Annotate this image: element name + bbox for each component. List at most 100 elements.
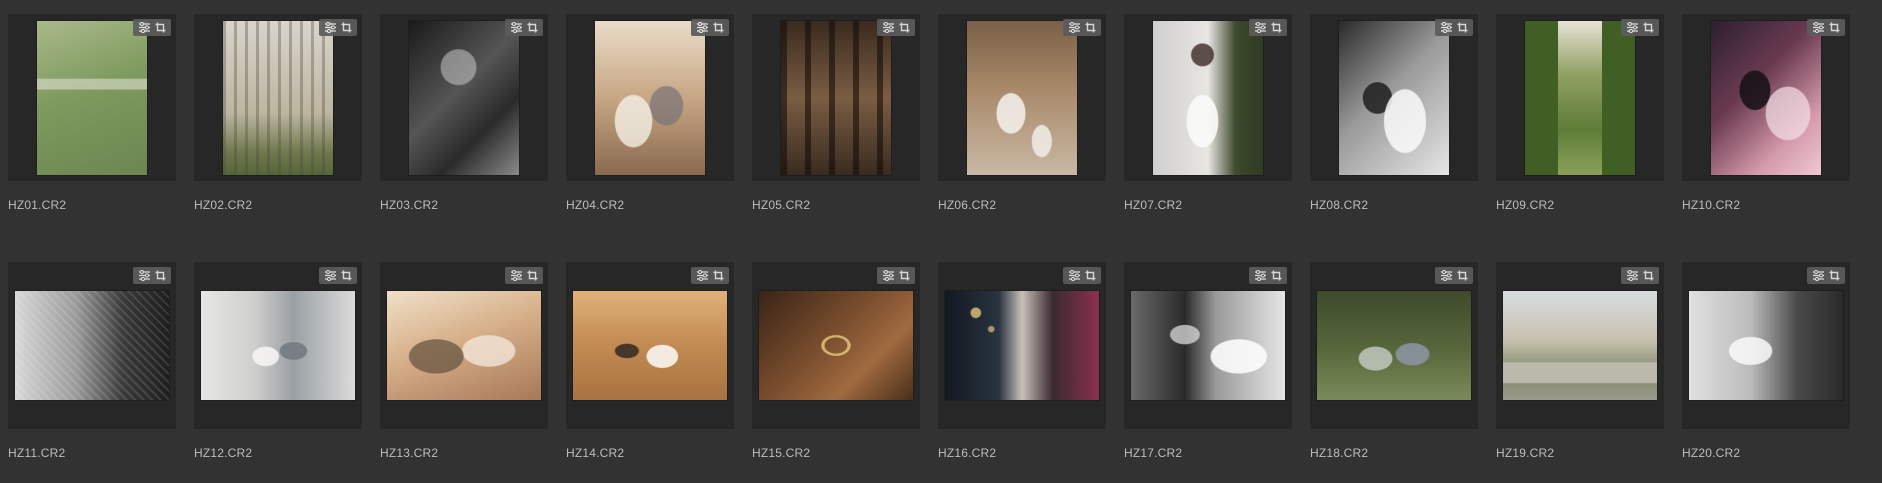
crop-icon [341,22,352,33]
thumbnail-card[interactable] [1124,262,1292,429]
photo-thumbnail[interactable] [1339,21,1449,175]
photo-thumbnail[interactable] [781,21,891,175]
crop-icon [1085,270,1096,281]
photo-thumbnail[interactable] [15,291,169,400]
thumbnail-cell[interactable]: HZ10.CR2 [1674,0,1860,240]
thumbnail-cell[interactable]: HZ14.CR2 [558,248,744,483]
thumbnail-cell[interactable]: HZ19.CR2 [1488,248,1674,483]
photo-thumbnail[interactable] [387,291,541,400]
thumbnail-card[interactable] [566,262,734,429]
photo-thumbnail[interactable] [1153,21,1263,175]
thumbnail-cell[interactable]: HZ05.CR2 [744,0,930,240]
photo-thumbnail[interactable] [37,21,147,175]
thumbnail-cell[interactable]: HZ08.CR2 [1302,0,1488,240]
photo-thumbnail[interactable] [759,291,913,400]
edit-badge [877,19,915,36]
thumbnail-cell[interactable]: HZ11.CR2 [0,248,186,483]
adjustments-icon [324,22,336,33]
edit-badge [319,19,357,36]
adjustments-icon [1254,22,1266,33]
thumbnail-cell[interactable]: HZ01.CR2 [0,0,186,240]
edit-badge [691,19,729,36]
filename-label: HZ08.CR2 [1310,198,1369,212]
thumbnail-card[interactable] [938,262,1106,429]
crop-icon [527,22,538,33]
photo-thumbnail[interactable] [1689,291,1843,400]
thumbnail-cell[interactable]: HZ20.CR2 [1674,248,1860,483]
photo-thumbnail[interactable] [1525,21,1635,175]
crop-icon [155,22,166,33]
thumbnail-card[interactable] [1496,14,1664,181]
photo-thumbnail[interactable] [945,291,1099,400]
edit-badge [133,19,171,36]
thumbnail-card[interactable] [8,262,176,429]
edit-badge [1249,19,1287,36]
edit-badge [319,267,357,284]
thumbnail-card[interactable] [380,14,548,181]
photo-thumbnail[interactable] [595,21,705,175]
photo-thumbnail[interactable] [223,21,333,175]
crop-icon [1829,270,1840,281]
thumbnail-cell[interactable]: HZ04.CR2 [558,0,744,240]
edit-badge [505,19,543,36]
adjustments-icon [1440,22,1452,33]
adjustments-icon [696,270,708,281]
crop-icon [899,270,910,281]
thumbnail-cell[interactable]: HZ13.CR2 [372,248,558,483]
thumbnail-card[interactable] [1682,14,1850,181]
thumbnail-grid: HZ01.CR2 HZ02.CR2 HZ03.CR2 HZ04.CR2 HZ05… [0,0,1882,483]
thumbnail-cell[interactable]: HZ09.CR2 [1488,0,1674,240]
thumbnail-cell[interactable]: HZ18.CR2 [1302,248,1488,483]
filename-label: HZ20.CR2 [1682,446,1741,460]
adjustments-icon [1626,270,1638,281]
thumbnail-card[interactable] [566,14,734,181]
crop-icon [1643,22,1654,33]
thumbnail-card[interactable] [1682,262,1850,429]
thumbnail-card[interactable] [194,262,362,429]
thumbnail-card[interactable] [938,14,1106,181]
edit-badge [1621,19,1659,36]
filename-label: HZ06.CR2 [938,198,997,212]
adjustments-icon [1068,22,1080,33]
thumbnail-cell[interactable]: HZ07.CR2 [1116,0,1302,240]
photo-thumbnail[interactable] [1317,291,1471,400]
photo-thumbnail[interactable] [573,291,727,400]
thumbnail-card[interactable] [1310,262,1478,429]
thumbnail-card[interactable] [752,262,920,429]
filename-label: HZ14.CR2 [566,446,625,460]
adjustments-icon [696,22,708,33]
edit-badge [1621,267,1659,284]
thumbnail-cell[interactable]: HZ03.CR2 [372,0,558,240]
thumbnail-card[interactable] [1496,262,1664,429]
filename-label: HZ03.CR2 [380,198,439,212]
thumbnail-card[interactable] [752,14,920,181]
photo-thumbnail[interactable] [1131,291,1285,400]
thumbnail-card[interactable] [1310,14,1478,181]
photo-thumbnail[interactable] [967,21,1077,175]
adjustments-icon [1068,270,1080,281]
edit-badge [1063,19,1101,36]
thumbnail-cell[interactable]: HZ16.CR2 [930,248,1116,483]
thumbnail-cell[interactable]: HZ15.CR2 [744,248,930,483]
photo-thumbnail[interactable] [409,21,519,175]
crop-icon [155,270,166,281]
photo-thumbnail[interactable] [1711,21,1821,175]
crop-icon [1457,270,1468,281]
filename-label: HZ13.CR2 [380,446,439,460]
thumbnail-card[interactable] [8,14,176,181]
filename-label: HZ02.CR2 [194,198,253,212]
thumbnail-cell[interactable]: HZ12.CR2 [186,248,372,483]
thumbnail-card[interactable] [194,14,362,181]
photo-thumbnail[interactable] [201,291,355,400]
thumbnail-card[interactable] [380,262,548,429]
thumbnail-cell[interactable]: HZ06.CR2 [930,0,1116,240]
photo-thumbnail[interactable] [1503,291,1657,400]
thumbnail-cell[interactable]: HZ17.CR2 [1116,248,1302,483]
edit-badge [505,267,543,284]
thumbnail-cell[interactable]: HZ02.CR2 [186,0,372,240]
crop-icon [1643,270,1654,281]
adjustments-icon [138,22,150,33]
adjustments-icon [138,270,150,281]
crop-icon [1829,22,1840,33]
thumbnail-card[interactable] [1124,14,1292,181]
